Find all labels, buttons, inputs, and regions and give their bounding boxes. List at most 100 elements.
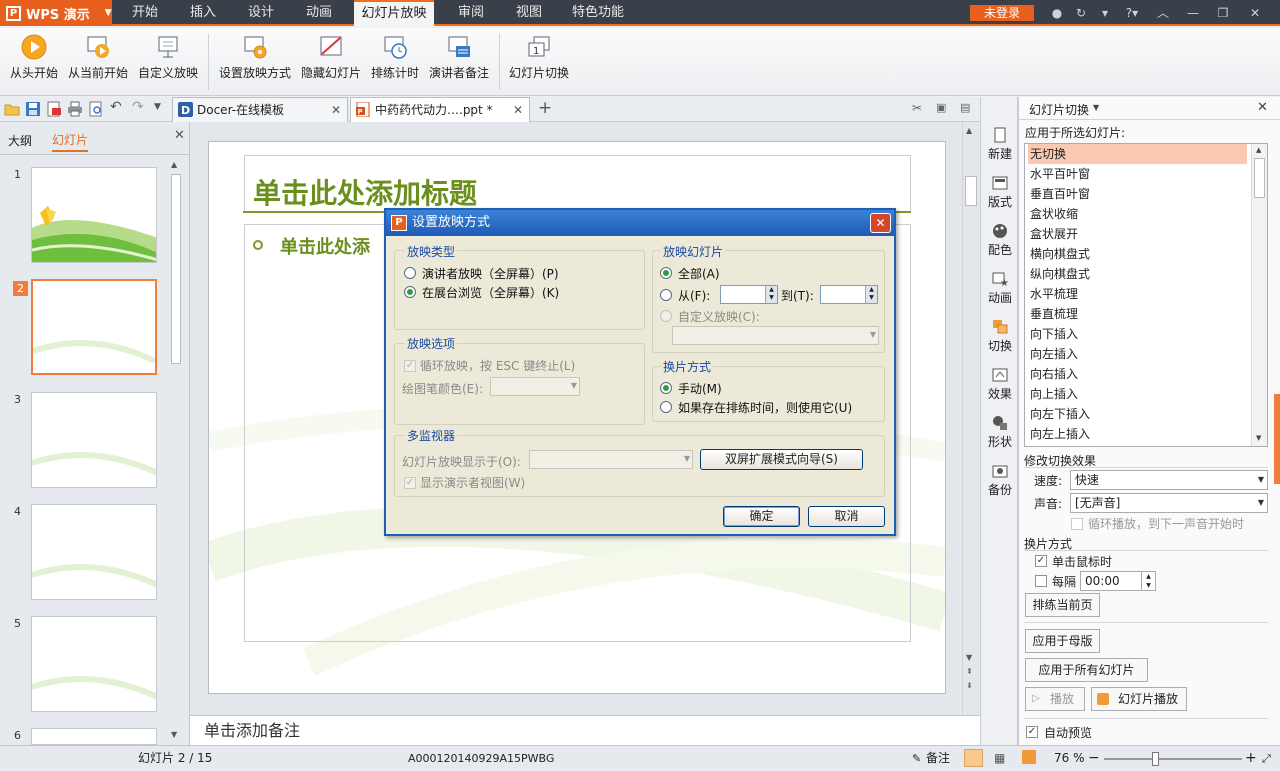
apply-all-button[interactable]: 应用于所有幻灯片 (1025, 658, 1148, 682)
slide-scrollbar[interactable]: ▲ ▼ ⇞ ⇟ (962, 122, 980, 715)
apply-master-button[interactable]: 应用于母版 (1025, 629, 1100, 653)
next-slide-icon[interactable]: ⇟ (966, 681, 973, 690)
transition-item[interactable]: 横向棋盘式 (1028, 244, 1247, 264)
notes-toggle-button[interactable]: 备注 (926, 746, 950, 771)
zoom-slider-handle[interactable] (1152, 752, 1159, 766)
thumbs-scrollbar[interactable]: ▲ ▼ (170, 160, 182, 745)
hide-slide-button[interactable]: 隐藏幻灯片 (298, 34, 364, 90)
scroll-down-icon[interactable]: ▼ (171, 730, 177, 739)
menu-review[interactable]: 审阅 (448, 0, 494, 26)
rehearse-current-button[interactable]: 排练当前页 (1025, 593, 1100, 617)
loop-checkbox[interactable]: ✓ (404, 360, 416, 372)
zoom-slider-track[interactable] (1104, 758, 1242, 760)
kiosk-radio[interactable] (404, 286, 416, 298)
login-button[interactable]: 未登录 (970, 5, 1034, 21)
zoom-out-icon[interactable]: − (1088, 746, 1100, 771)
dialog-title[interactable]: 设置放映方式 (386, 210, 894, 236)
dialog-close-icon[interactable]: ✕ (870, 213, 891, 233)
all-slides-radio[interactable] (660, 267, 672, 279)
manual-radio[interactable] (660, 382, 672, 394)
tab-docer[interactable]: D Docer-在线模板 ✕ (172, 97, 348, 122)
custom-show-radio[interactable] (660, 310, 672, 322)
layout-tool[interactable]: 版式 (981, 175, 1019, 210)
transition-item[interactable]: 盒状展开 (1028, 224, 1247, 244)
slideshow-button[interactable]: 幻灯片播放 (1091, 687, 1187, 711)
setup-show-button[interactable]: 设置放映方式 (216, 34, 294, 90)
transition-item[interactable]: 向下插入 (1028, 324, 1247, 344)
skin-icon[interactable]: ● (1050, 6, 1064, 20)
autopreview-checkbox[interactable]: ✓ (1026, 726, 1038, 738)
transition-item[interactable]: 纵向棋盘式 (1028, 264, 1247, 284)
menu-slideshow[interactable]: 幻灯片放映 (354, 0, 434, 26)
transition-item[interactable]: 向左上插入 (1028, 424, 1247, 444)
sound-select[interactable]: [无声音] ▼ (1070, 493, 1268, 513)
fit-window-icon[interactable]: ⤢ (1262, 746, 1271, 771)
slide-thumb-2[interactable] (31, 279, 157, 375)
close-panel-icon[interactable]: ✕ (174, 128, 185, 143)
color-scheme-tool[interactable]: 配色 (981, 223, 1019, 258)
normal-view-icon[interactable] (964, 749, 983, 767)
speaker-notes-button[interactable]: 演讲者备注 (426, 34, 492, 90)
transition-item[interactable]: 向左下插入 (1028, 404, 1247, 424)
customize-toolbar-icon[interactable]: ▼ (154, 102, 161, 112)
presenter-radio[interactable] (404, 267, 416, 279)
rehearse-timings-button[interactable]: 排练计时 (368, 34, 422, 90)
zoom-in-icon[interactable]: + (1245, 746, 1257, 771)
slide-thumb-3[interactable] (31, 392, 157, 488)
spinner-icon[interactable]: ▲ ▼ (765, 286, 777, 303)
slide-title[interactable]: 单击此处添加标题 (253, 172, 477, 212)
reading-view-icon[interactable] (1022, 750, 1036, 764)
menu-design[interactable]: 设计 (238, 0, 284, 26)
new-tab-icon[interactable]: + (538, 98, 552, 118)
custom-show-button[interactable]: 自定义放映 (134, 34, 202, 90)
help-icon[interactable]: ?▾ (1122, 6, 1142, 20)
close-tab-icon[interactable]: ✕ (513, 98, 523, 122)
transition-item[interactable]: 向上插入 (1028, 384, 1247, 404)
print-preview-icon[interactable] (88, 101, 104, 117)
transition-item[interactable]: 水平梳理 (1028, 284, 1247, 304)
collapse-ribbon-icon[interactable]: ︿ (1156, 6, 1170, 20)
pin-icon[interactable]: ✂ (912, 101, 922, 115)
minimize-icon[interactable]: — (1186, 6, 1200, 20)
slide-thumb-5[interactable] (31, 616, 157, 712)
cancel-button[interactable]: 取消 (808, 506, 885, 527)
transition-item[interactable]: 盒状收缩 (1028, 204, 1247, 224)
menu-home[interactable]: 开始 (122, 0, 168, 26)
speed-select[interactable]: 快速 ▼ (1070, 470, 1268, 490)
shapes-tool[interactable]: 形状 (981, 415, 1019, 450)
slide-bullet-text[interactable]: 单击此处添 (280, 233, 370, 259)
pane-menu-chevron-icon[interactable]: ▼ (1093, 103, 1099, 112)
dual-screen-wizard-button[interactable]: 双屏扩展模式向导(S) (700, 449, 863, 470)
use-timings-radio[interactable] (660, 401, 672, 413)
scroll-up-icon[interactable]: ▲ (171, 160, 177, 169)
undo-icon[interactable]: ↶ (110, 99, 122, 115)
tab-slides[interactable]: 幻灯片 (52, 128, 89, 152)
every-time-input[interactable]: 00:00 ▲ ▼ (1080, 571, 1156, 591)
menu-animation[interactable]: 动画 (296, 0, 342, 26)
display-on-select[interactable]: ▼ (529, 450, 693, 469)
ok-button[interactable]: 确定 (723, 506, 800, 527)
transition-item[interactable]: 向左插入 (1028, 344, 1247, 364)
slide-transition-button[interactable]: 1 幻灯片切换 (506, 34, 572, 90)
scrollbar-thumb[interactable] (965, 176, 977, 206)
redo-icon[interactable]: ↷ (132, 99, 144, 115)
on-click-checkbox[interactable]: ✓ (1035, 555, 1047, 567)
refresh-icon[interactable]: ↻ (1074, 6, 1088, 20)
scrollbar-thumb[interactable] (1254, 158, 1265, 198)
effects-tool[interactable]: 效果 (981, 367, 1019, 402)
open-folder-icon[interactable] (4, 101, 20, 117)
spinner-icon[interactable]: ▲ ▼ (1141, 572, 1155, 590)
slide-thumb-1[interactable] (31, 167, 157, 263)
prev-slide-icon[interactable]: ⇞ (966, 667, 973, 676)
tab-outline[interactable]: 大纲 (8, 128, 32, 154)
menu-insert[interactable]: 插入 (180, 0, 226, 26)
transition-item[interactable]: 无切换 (1028, 144, 1247, 164)
notes-area[interactable]: 单击添加备注 (190, 715, 980, 745)
play-button[interactable]: ▷ 播放 (1025, 687, 1085, 711)
transition-item[interactable]: 向右插入 (1028, 364, 1247, 384)
every-checkbox[interactable] (1035, 575, 1047, 587)
close-tab-icon[interactable]: ✕ (331, 98, 341, 122)
scrollbar-thumb[interactable] (171, 174, 181, 364)
to-input[interactable]: ▲ ▼ (820, 285, 878, 304)
shirt-icon[interactable]: ▾ (1098, 6, 1112, 20)
